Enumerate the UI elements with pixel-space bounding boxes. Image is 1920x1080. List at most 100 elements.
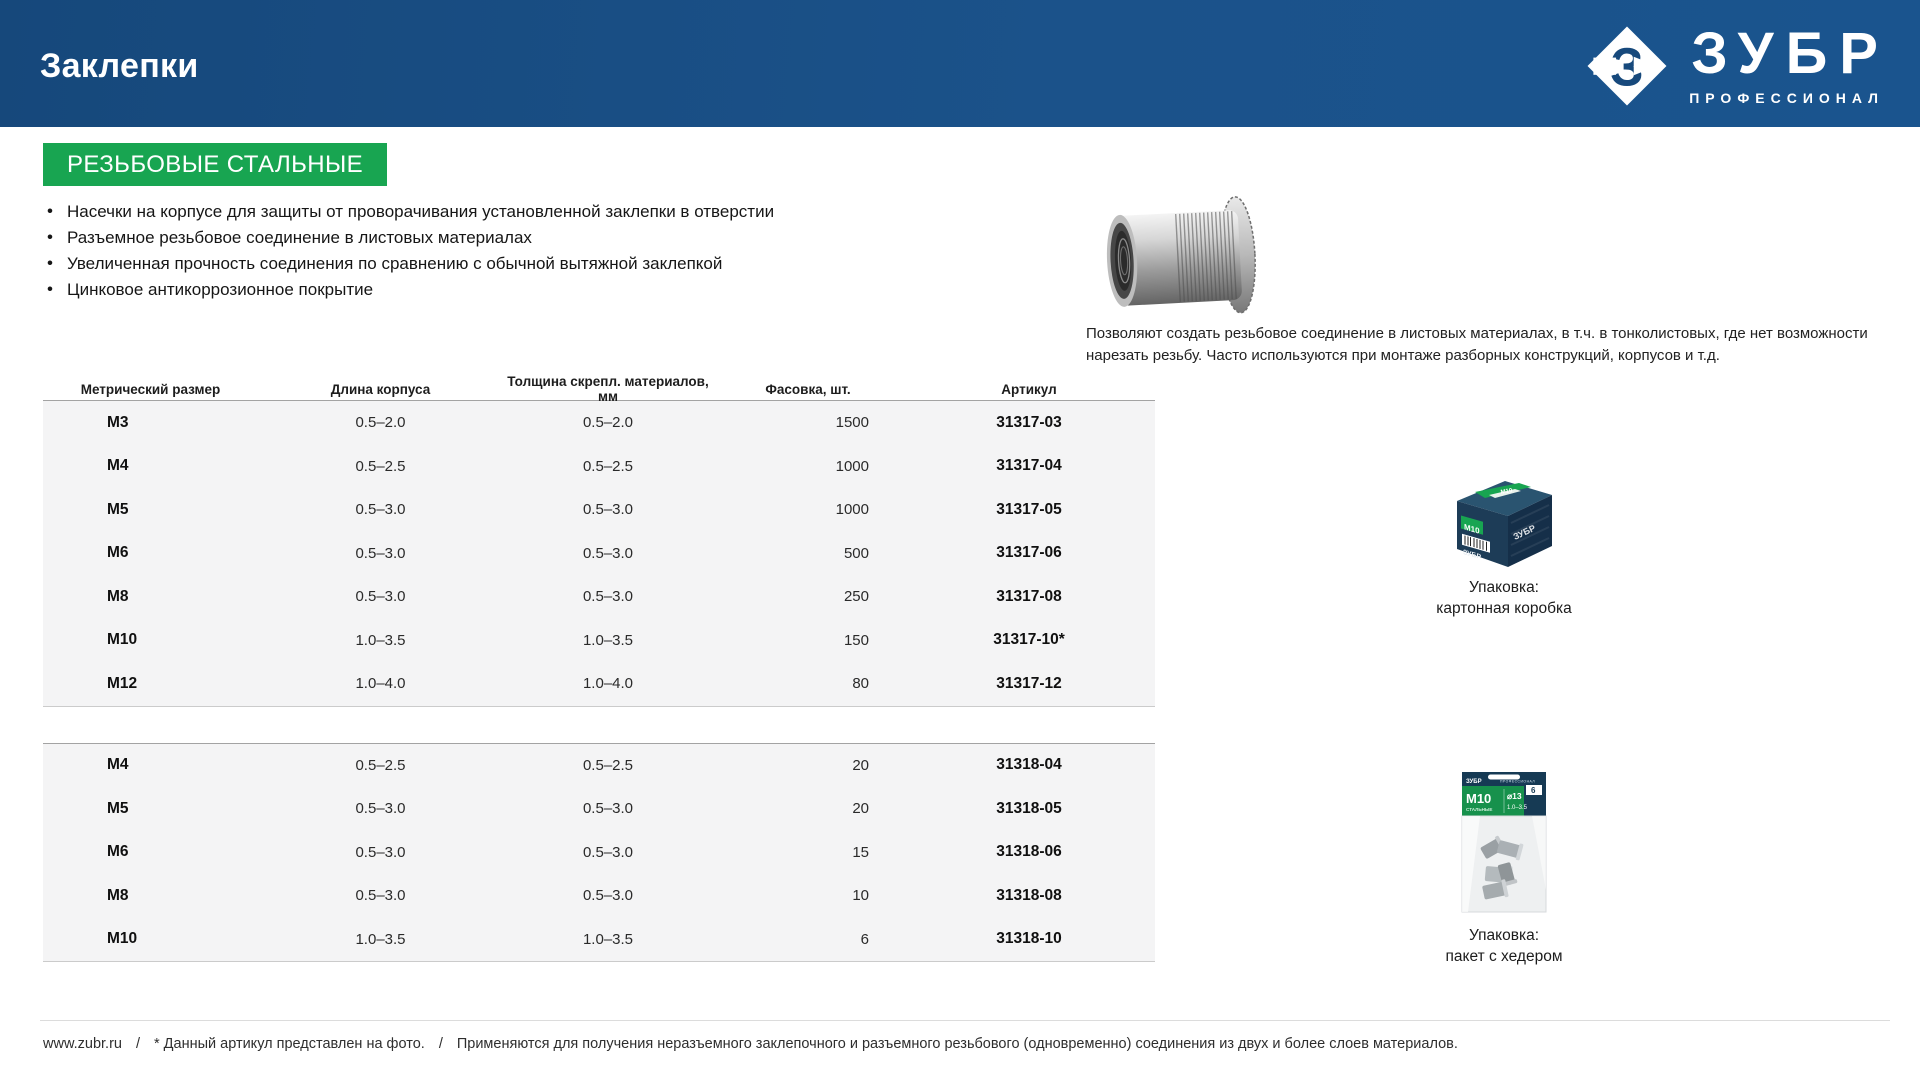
cell-body-length: 0.5–3.0 — [258, 545, 503, 562]
cell-material-thickness: 1.0–3.5 — [503, 632, 713, 649]
table-row: M60.5–3.00.5–3.01531318-06 — [43, 831, 1155, 875]
cell-pack-qty: 20 — [713, 757, 903, 774]
cell-body-length: 0.5–2.0 — [258, 414, 503, 431]
column-header-pack-qty: Фасовка, шт. — [713, 382, 903, 397]
cell-article: 31317-12 — [903, 675, 1155, 693]
cell-size: M6 — [43, 544, 258, 562]
packaging-caption-line1: Упаковка: — [1436, 577, 1571, 598]
packaging-caption-line1: Упаковка: — [1446, 925, 1563, 946]
table-row: M60.5–3.00.5–3.050031317-06 — [43, 532, 1155, 576]
cell-material-thickness: 0.5–3.0 — [503, 501, 713, 518]
packaging-caption-line2: картонная коробка — [1436, 598, 1571, 619]
cell-size: M5 — [43, 501, 258, 519]
cell-article: 31318-04 — [903, 756, 1155, 774]
column-header-body-length: Длина корпуса — [258, 382, 503, 397]
cell-article: 31318-08 — [903, 887, 1155, 905]
table-row: M50.5–3.00.5–3.0100031317-05 — [43, 488, 1155, 532]
cell-size: M3 — [43, 414, 258, 432]
bag-brand-tagline: ПРОФЕССИОНАЛ — [1500, 780, 1535, 784]
feature-text: Разъемное резьбовое соединение в листовы… — [67, 228, 532, 248]
cell-material-thickness: 0.5–3.0 — [503, 800, 713, 817]
packaging-caption: Упаковка: пакет с хедером — [1446, 925, 1563, 967]
footer-divider — [40, 1020, 1890, 1021]
cell-pack-qty: 250 — [713, 588, 903, 605]
brand-name: ЗУБР — [1691, 25, 1890, 83]
catalog-page: Заклепки З ЗУБР ПРОФЕССИОНАЛ РЕЗЬБОВЫЕ С… — [0, 0, 1920, 1080]
cell-material-thickness: 0.5–2.0 — [503, 414, 713, 431]
product-photo — [1088, 196, 1266, 320]
cell-body-length: 1.0–3.5 — [258, 632, 503, 649]
table-row: M50.5–3.00.5–3.02031318-05 — [43, 787, 1155, 831]
footer-note-asterisk: * Данный артикул представлен на фото. — [154, 1036, 425, 1052]
table-header-row: Метрический размер Длина корпуса Толщина… — [43, 374, 1155, 400]
page-header: Заклепки З ЗУБР ПРОФЕССИОНАЛ — [0, 0, 1920, 127]
cell-pack-qty: 150 — [713, 632, 903, 649]
table-row: M30.5–2.00.5–2.0150031317-03 — [43, 401, 1155, 445]
feature-item: Цинковое антикоррозионное покрытие — [45, 277, 774, 303]
cell-article: 31318-06 — [903, 843, 1155, 861]
site-url-link[interactable]: www.zubr.ru — [43, 1036, 122, 1052]
cell-pack-qty: 6 — [713, 931, 903, 948]
table-row: M40.5–2.50.5–2.5100031317-04 — [43, 445, 1155, 489]
spec-table: Метрический размер Длина корпуса Толщина… — [43, 374, 1155, 962]
table-row: M101.0–3.51.0–3.515031317-10* — [43, 619, 1155, 663]
cell-body-length: 0.5–3.0 — [258, 501, 503, 518]
cell-material-thickness: 1.0–3.5 — [503, 931, 713, 948]
cell-material-thickness: 0.5–3.0 — [503, 545, 713, 562]
cell-pack-qty: 500 — [713, 545, 903, 562]
table-row: M101.0–3.51.0–3.5631318-10 — [43, 918, 1155, 962]
bag-type-label: СТАЛЬНЫЕ — [1466, 807, 1493, 812]
product-description: Позволяют создать резьбовое соединение в… — [1086, 323, 1868, 366]
cell-material-thickness: 0.5–2.5 — [503, 458, 713, 475]
packaging-caption-line2: пакет с хедером — [1446, 946, 1563, 967]
bag-size-label: M10 — [1466, 791, 1491, 806]
bag-brand-text: ЗУБР — [1466, 779, 1482, 785]
cell-body-length: 0.5–2.5 — [258, 458, 503, 475]
rivet-nut-image — [1088, 196, 1266, 320]
cell-article: 31318-05 — [903, 800, 1155, 818]
footer-separator: / — [439, 1036, 443, 1052]
cell-size: M8 — [43, 887, 258, 905]
brand-text: ЗУБР ПРОФЕССИОНАЛ — [1689, 25, 1878, 106]
table-section: M30.5–2.00.5–2.0150031317-03M40.5–2.50.5… — [43, 400, 1155, 707]
cell-body-length: 0.5–3.0 — [258, 588, 503, 605]
table-row: M40.5–2.50.5–2.52031318-04 — [43, 744, 1155, 788]
brand-logo: З ЗУБР ПРОФЕССИОНАЛ — [1585, 24, 1878, 108]
cell-article: 31317-10* — [903, 631, 1155, 649]
column-header-size: Метрический размер — [43, 382, 258, 397]
feature-list: Насечки на корпусе для защиты от провора… — [45, 199, 774, 303]
packaging-caption: Упаковка: картонная коробка — [1436, 577, 1571, 619]
cell-pack-qty: 20 — [713, 800, 903, 817]
cell-size: M12 — [43, 675, 258, 693]
page-title: Заклепки — [40, 41, 199, 86]
cell-size: M10 — [43, 631, 258, 649]
table-body: M30.5–2.00.5–2.0150031317-03M40.5–2.50.5… — [43, 400, 1155, 962]
cell-size: M6 — [43, 843, 258, 861]
zubr-diamond-icon: З — [1585, 24, 1669, 108]
column-header-material-thickness: Толщина скрепл. материалов, мм — [503, 374, 713, 404]
cell-body-length: 0.5–3.0 — [258, 800, 503, 817]
cell-article: 31317-03 — [903, 414, 1155, 432]
cell-pack-qty: 1000 — [713, 501, 903, 518]
cell-size: M8 — [43, 588, 258, 606]
footer-separator: / — [136, 1036, 140, 1052]
cell-article: 31317-04 — [903, 457, 1155, 475]
feature-text: Увеличенная прочность соединения по срав… — [67, 254, 722, 274]
feature-item: Насечки на корпусе для защиты от провора… — [45, 199, 774, 225]
cell-size: M10 — [43, 930, 258, 948]
bag-range-label: 1.0–3.5 — [1507, 805, 1528, 811]
cell-body-length: 1.0–3.5 — [258, 931, 503, 948]
feature-text: Цинковое антикоррозионное покрытие — [67, 280, 373, 300]
cell-article: 31318-10 — [903, 930, 1155, 948]
cell-size: M4 — [43, 457, 258, 475]
cell-material-thickness: 0.5–3.0 — [503, 844, 713, 861]
footer: www.zubr.ru / * Данный артикул представл… — [43, 1036, 1458, 1052]
cell-size: M4 — [43, 756, 258, 774]
cell-pack-qty: 1000 — [713, 458, 903, 475]
header-bag-image: ЗУБР ПРОФЕССИОНАЛ 6 M10 СТАЛЬНЫЕ ⌀13 1.0… — [1452, 770, 1556, 918]
cell-article: 31317-06 — [903, 544, 1155, 562]
cell-pack-qty: 15 — [713, 844, 903, 861]
bag-diameter-label: ⌀13 — [1507, 791, 1522, 801]
cell-body-length: 1.0–4.0 — [258, 675, 503, 692]
column-header-article: Артикул — [903, 382, 1155, 397]
